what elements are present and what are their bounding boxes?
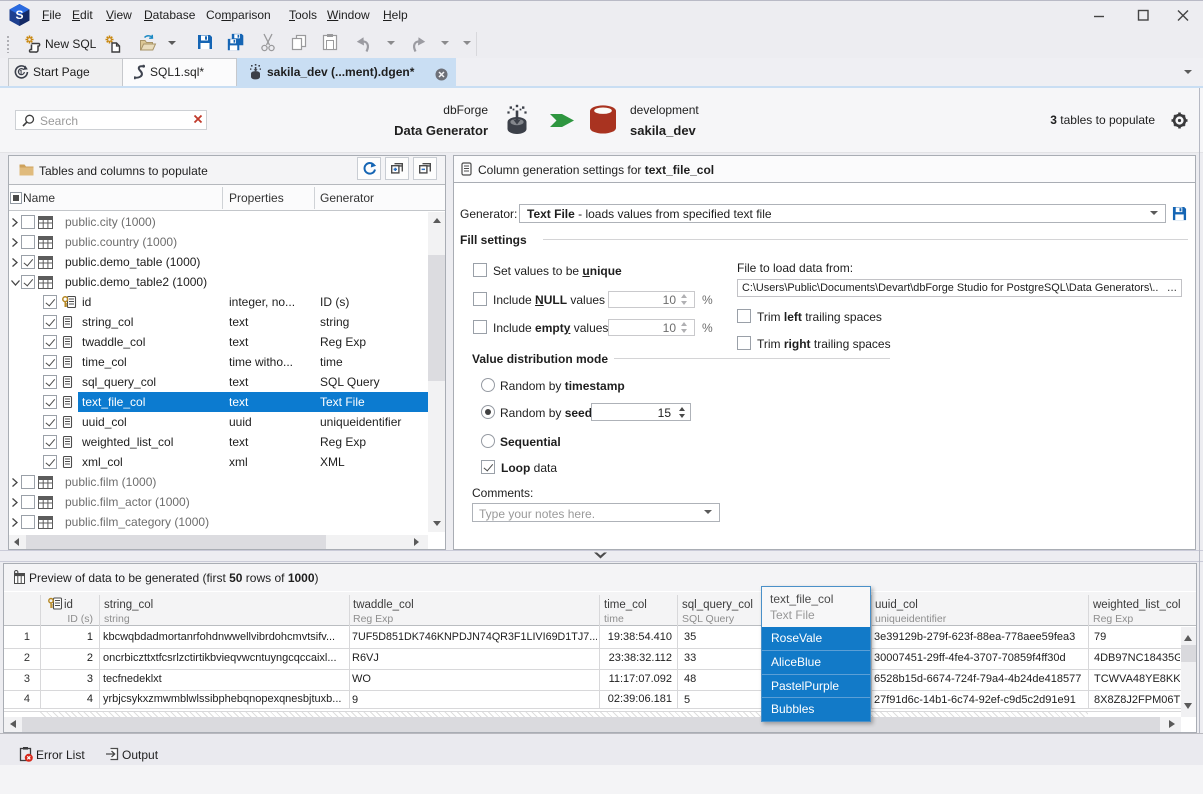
svg-text:S: S [15, 8, 23, 22]
svg-text:1: 1 [19, 70, 23, 77]
